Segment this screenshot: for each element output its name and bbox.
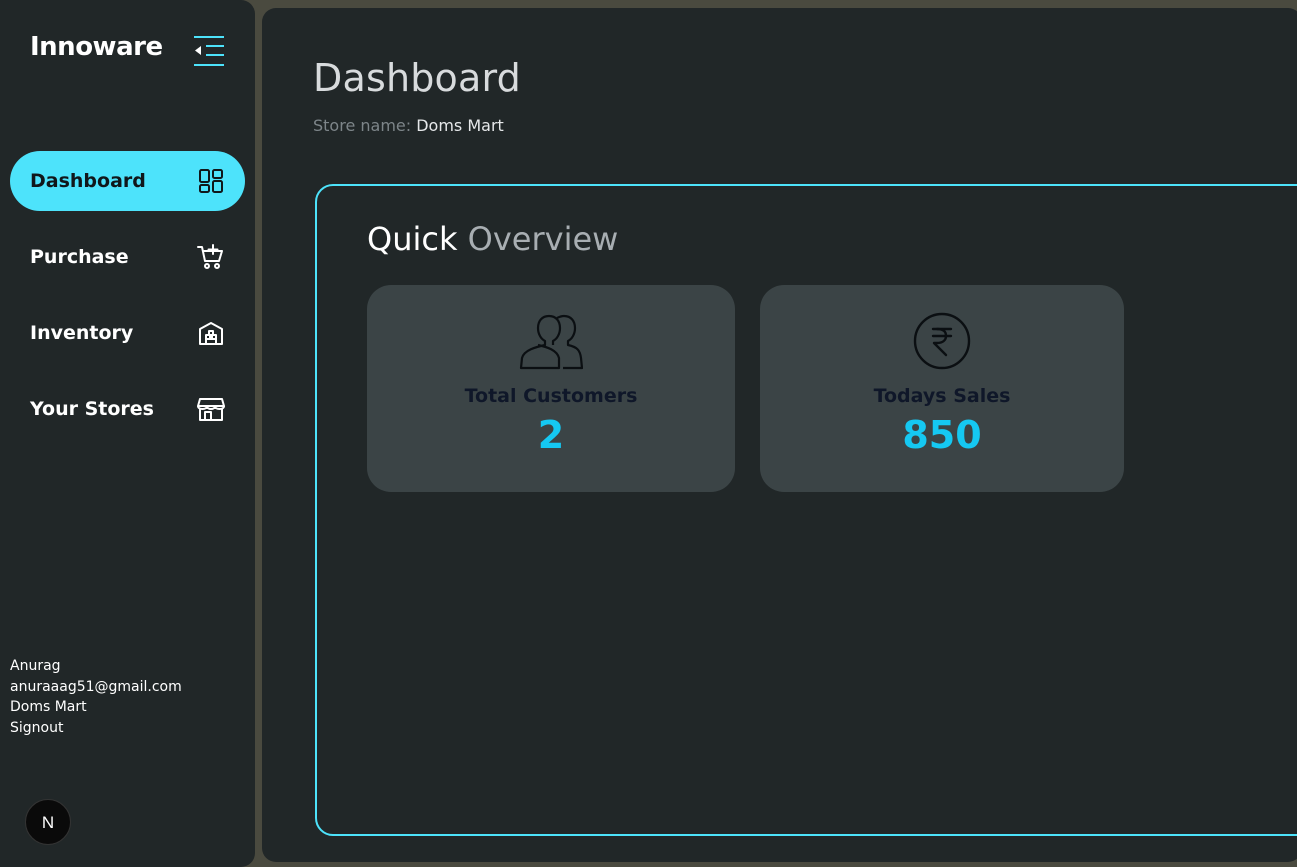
quick-overview-title: Quick Overview bbox=[367, 220, 618, 258]
warehouse-icon bbox=[197, 319, 225, 347]
rupee-icon bbox=[912, 311, 972, 371]
stat-card-todays-sales: Todays Sales 850 bbox=[760, 285, 1124, 492]
nextjs-badge-letter: N bbox=[42, 813, 54, 832]
sidebar-item-label: Inventory bbox=[30, 322, 134, 344]
sidebar-item-purchase[interactable]: Purchase bbox=[10, 227, 245, 287]
signout-link[interactable]: Signout bbox=[10, 718, 182, 739]
sidebar: Innoware Dashboard Purchase Inventory Yo… bbox=[0, 0, 255, 867]
stat-label: Total Customers bbox=[464, 385, 638, 407]
user-email: anuraaag51@gmail.com bbox=[10, 678, 182, 695]
sidebar-item-your-stores[interactable]: Your Stores bbox=[10, 379, 245, 439]
stat-card-total-customers: Total Customers 2 bbox=[367, 285, 735, 492]
quick-overview-panel: Quick Overview Total Customers 2 Todays … bbox=[315, 184, 1297, 836]
sidebar-item-label: Dashboard bbox=[30, 170, 146, 192]
store-name-value: Doms Mart bbox=[416, 116, 504, 135]
sidebar-item-dashboard[interactable]: Dashboard bbox=[10, 151, 245, 211]
quick-overview-title-part1: Quick bbox=[367, 220, 458, 258]
sidebar-item-inventory[interactable]: Inventory bbox=[10, 303, 245, 363]
user-info: Anurag anuraaag51@gmail.com Doms Mart Si… bbox=[10, 656, 182, 738]
cart-plus-icon bbox=[197, 243, 225, 271]
storefront-icon bbox=[197, 395, 225, 423]
stat-value: 2 bbox=[537, 413, 565, 457]
brand-logo: Innoware bbox=[30, 32, 163, 62]
user-name: Anurag bbox=[10, 658, 61, 674]
main-panel: Dashboard Store name: Doms Mart Quick Ov… bbox=[262, 8, 1297, 862]
users-icon bbox=[519, 311, 583, 371]
page-title: Dashboard bbox=[313, 56, 521, 100]
store-name-label: Store name: bbox=[313, 116, 412, 135]
stat-value: 850 bbox=[902, 413, 982, 457]
sidebar-item-label: Your Stores bbox=[30, 398, 154, 420]
stat-label: Todays Sales bbox=[873, 385, 1011, 407]
sidebar-item-label: Purchase bbox=[30, 246, 129, 268]
store-name-line: Store name: Doms Mart bbox=[313, 116, 504, 135]
quick-overview-title-part2: Overview bbox=[467, 220, 619, 258]
collapse-menu-icon[interactable] bbox=[192, 34, 226, 68]
nextjs-badge-icon[interactable]: N bbox=[25, 799, 71, 845]
user-store: Doms Mart bbox=[10, 699, 87, 715]
dashboard-grid-icon bbox=[197, 167, 225, 195]
